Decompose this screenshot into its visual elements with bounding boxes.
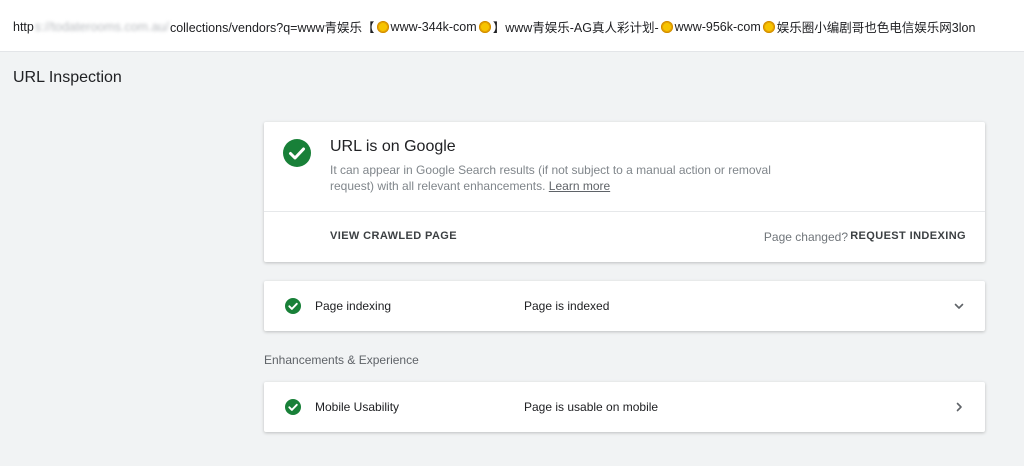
url-seg-2: 】www青娱乐-AG真人彩计划- bbox=[492, 21, 659, 35]
mobile-usability-label: Mobile Usability bbox=[315, 400, 400, 414]
url-seg-4: 娱乐圈小编剧哥也色电信娱乐网3lon bbox=[776, 21, 976, 35]
url-seg-3: www-956k-com bbox=[674, 19, 761, 34]
page-indexing-label: Page indexing bbox=[315, 299, 392, 313]
page-indexing-value: Page is indexed bbox=[524, 299, 610, 313]
chevron-down-icon[interactable] bbox=[953, 300, 965, 312]
sun-emoji-icon bbox=[376, 20, 389, 33]
page-indexing-row[interactable]: Page indexing Page is indexed bbox=[264, 281, 985, 331]
inspected-url[interactable]: http s://todaterooms.com.au/collections/v… bbox=[13, 17, 975, 36]
sun-emoji-icon bbox=[478, 20, 491, 33]
divider bbox=[264, 211, 985, 212]
mobile-usability-row[interactable]: Mobile Usability Page is usable on mobil… bbox=[264, 382, 985, 432]
check-circle-icon bbox=[285, 399, 301, 415]
view-crawled-page-button[interactable]: VIEW CRAWLED PAGE bbox=[330, 230, 457, 242]
url-blurred-domain: s://todaterooms.com.au/ bbox=[34, 19, 169, 34]
page-changed-label: Page changed? bbox=[763, 230, 848, 244]
learn-more-link[interactable]: Learn more bbox=[549, 179, 610, 193]
status-title: URL is on Google bbox=[330, 138, 456, 155]
request-indexing-button[interactable]: REQUEST INDEXING bbox=[850, 230, 966, 242]
url-status-card: URL is on Google It can appear in Google… bbox=[264, 122, 985, 262]
check-circle-icon bbox=[285, 298, 301, 314]
url-prefix: http bbox=[13, 19, 34, 34]
enhancements-heading: Enhancements & Experience bbox=[264, 353, 419, 367]
sun-emoji-icon bbox=[762, 20, 775, 33]
status-description: It can appear in Google Search results (… bbox=[330, 162, 790, 194]
url-seg-1: www-344k-com bbox=[390, 19, 477, 34]
check-circle-icon bbox=[283, 139, 311, 167]
mobile-usability-value: Page is usable on mobile bbox=[524, 400, 659, 414]
sun-emoji-icon bbox=[660, 20, 673, 33]
url-bar: http s://todaterooms.com.au/collections/v… bbox=[0, 0, 1024, 52]
page-title: URL Inspection bbox=[13, 69, 122, 86]
url-path: collections/vendors?q=www青娱乐【 bbox=[169, 21, 375, 35]
chevron-right-icon[interactable] bbox=[953, 401, 965, 413]
